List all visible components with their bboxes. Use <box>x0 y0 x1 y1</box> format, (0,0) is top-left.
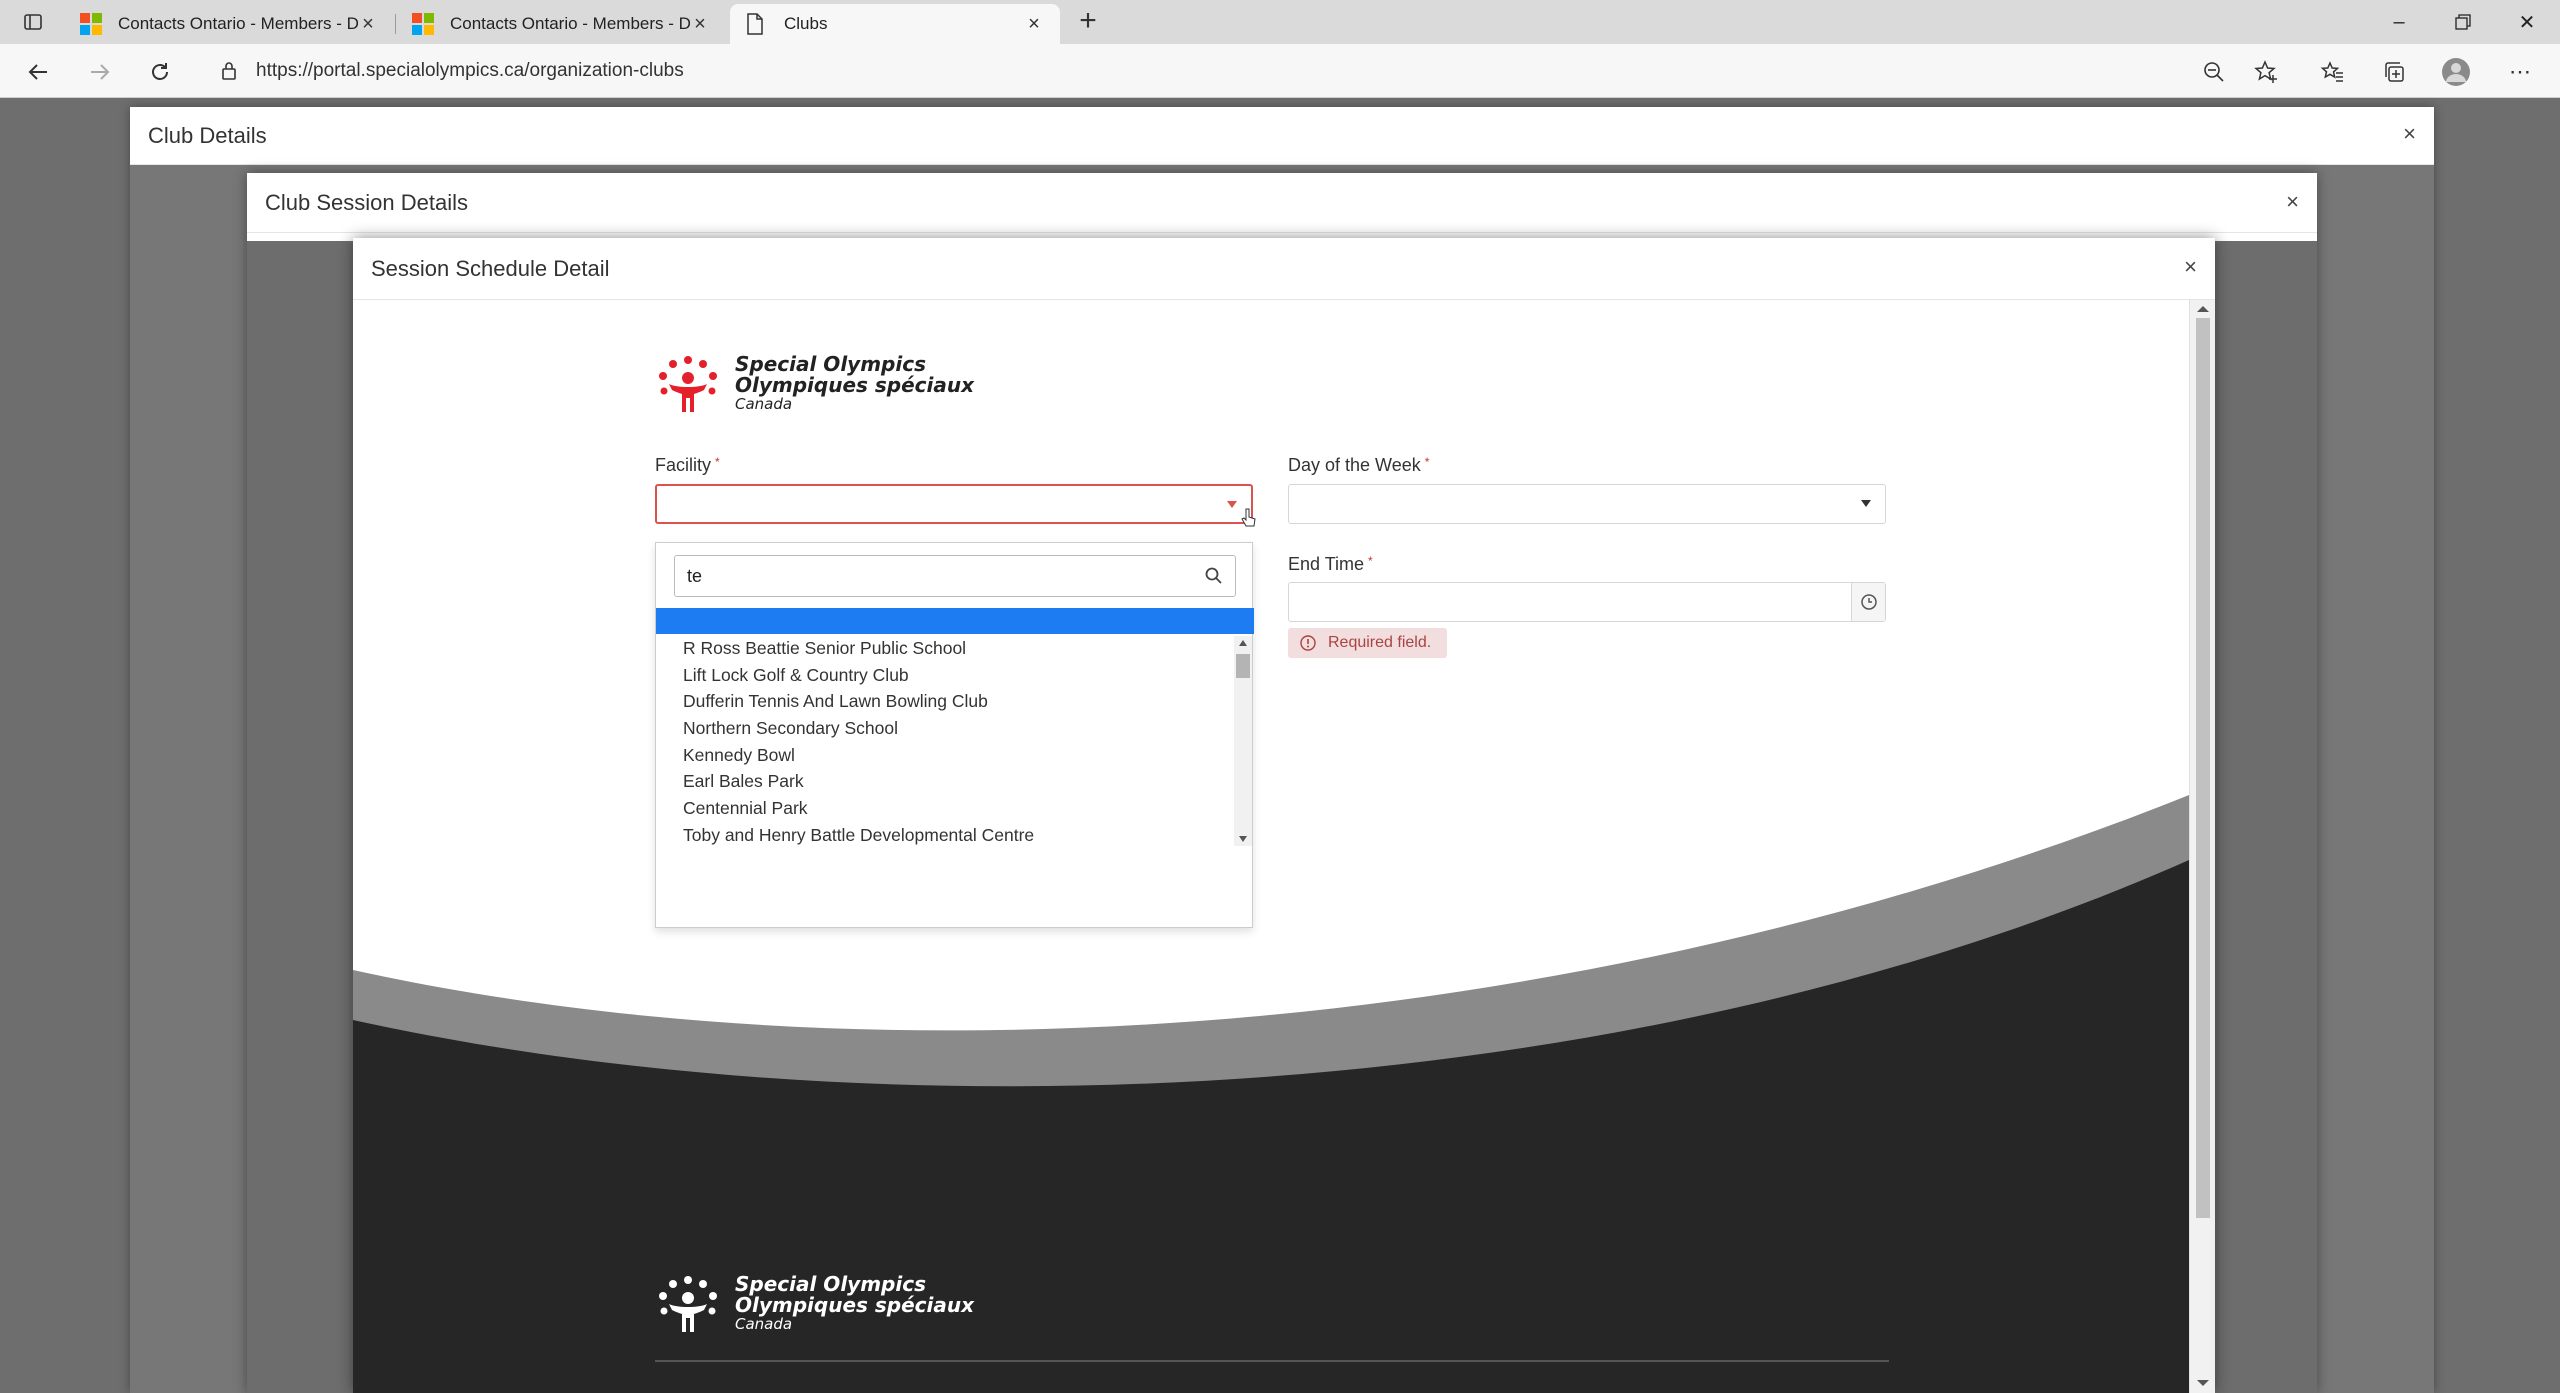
chevron-down-icon <box>1227 501 1237 508</box>
facility-search-input[interactable] <box>687 563 1187 589</box>
highlighted-option[interactable] <box>656 608 1254 634</box>
search-icon <box>1205 567 1223 590</box>
tab-title: Contacts Ontario - Members - D <box>450 14 690 33</box>
close-tab-icon[interactable]: × <box>358 13 378 36</box>
required-mark: * <box>1424 455 1430 469</box>
required-mark: * <box>1368 554 1373 568</box>
browser-tab[interactable]: Contacts Ontario - Members - D × <box>396 4 726 44</box>
forward-icon[interactable] <box>84 56 116 88</box>
add-favorite-icon[interactable] <box>2250 56 2282 88</box>
browser-tab-bar: Contacts Ontario - Members - D × Contact… <box>0 0 2560 44</box>
scrollbar-thumb[interactable] <box>2196 318 2210 1218</box>
facility-options-list: R Ross Beattie Senior Public School Lift… <box>656 634 1254 928</box>
logo-text-line3: Canada <box>735 395 793 413</box>
logo-text-line2: Olympiques spéciaux <box>735 373 975 397</box>
minimize-icon[interactable]: – <box>2368 0 2430 44</box>
more-options-icon[interactable]: ⋯ <box>2504 56 2536 88</box>
error-text: Required field. <box>1328 634 1432 651</box>
close-icon[interactable]: × <box>2286 189 2299 215</box>
scroll-up-icon[interactable] <box>1239 640 1247 646</box>
refresh-icon[interactable] <box>144 56 176 88</box>
address-bar[interactable]: https://portal.specialolympics.ca/organi… <box>200 52 2420 90</box>
favorites-icon[interactable] <box>2316 56 2348 88</box>
special-olympics-emblem-icon <box>659 356 717 412</box>
page-icon <box>746 13 768 35</box>
list-item[interactable]: Centennial Park <box>683 798 808 819</box>
club-details-title: Club Details <box>130 107 2434 165</box>
collections-icon[interactable] <box>2378 56 2410 88</box>
day-of-week-select[interactable] <box>1288 484 1886 524</box>
close-tab-icon[interactable]: × <box>690 13 710 36</box>
list-item[interactable]: Toby and Henry Battle Developmental Cent… <box>683 825 1034 846</box>
end-time-label: End Time * <box>1288 554 1373 574</box>
footer-divider <box>655 1360 1889 1362</box>
logo-text-line3: Canada <box>735 1315 793 1333</box>
session-schedule-body: Special Olympics Olympiques spéciaux Can… <box>353 300 2189 1393</box>
special-olympics-emblem-icon <box>659 1276 717 1332</box>
tab-title: Clubs <box>784 14 828 33</box>
close-icon[interactable]: × <box>2184 254 2197 280</box>
list-item[interactable]: Northern Secondary School <box>683 718 898 739</box>
zoom-out-icon[interactable] <box>2198 56 2230 88</box>
list-item[interactable]: Kennedy Bowl <box>683 745 795 766</box>
facility-dropdown: R Ross Beattie Senior Public School Lift… <box>655 542 1254 928</box>
clock-icon[interactable] <box>1851 583 1885 621</box>
microsoft-logo-icon <box>80 13 102 35</box>
browser-toolbar: https://portal.specialolympics.ca/organi… <box>0 44 2560 98</box>
end-time-error: Required field. <box>1288 628 1448 658</box>
scrollbar-thumb[interactable] <box>1236 654 1250 678</box>
modal-scrollbar[interactable] <box>2189 300 2215 1393</box>
list-item[interactable]: R Ross Beattie Senior Public School <box>683 638 966 659</box>
day-of-week-label: Day of the Week * <box>1288 455 1430 475</box>
new-tab-icon[interactable]: + <box>1072 6 1104 38</box>
list-item[interactable]: Dufferin Tennis And Lawn Bowling Club <box>683 691 988 712</box>
scroll-up-icon[interactable] <box>2197 306 2209 312</box>
facility-select[interactable] <box>655 484 1253 524</box>
special-olympics-logo: Special Olympics Olympiques spéciaux Can… <box>655 350 974 416</box>
close-window-icon[interactable]: ✕ <box>2496 0 2558 44</box>
scroll-down-icon[interactable] <box>2197 1380 2209 1386</box>
list-item[interactable]: Lift Lock Golf & Country Club <box>683 665 909 686</box>
back-icon[interactable] <box>22 56 54 88</box>
restore-icon[interactable] <box>2432 0 2494 44</box>
logo-text-line1: Special Olympics <box>735 1272 926 1296</box>
facility-label: Facility * <box>655 455 720 475</box>
close-icon[interactable]: × <box>2403 121 2416 147</box>
tab-actions-icon[interactable] <box>14 8 52 36</box>
close-tab-icon[interactable]: × <box>1024 13 1044 36</box>
logo-text-line1: Special Olympics <box>735 352 926 376</box>
session-schedule-title: Session Schedule Detail <box>353 238 2215 300</box>
lock-icon <box>220 61 240 81</box>
session-schedule-detail-modal: Session Schedule Detail × Special Olympi… <box>353 238 2215 1393</box>
scroll-down-icon[interactable] <box>1239 836 1247 842</box>
chevron-down-icon <box>1861 500 1871 507</box>
tab-title: Contacts Ontario - Members - D <box>118 14 358 33</box>
required-mark: * <box>715 455 720 469</box>
special-olympics-footer-logo: Special Olympics Olympiques spéciaux Can… <box>655 1270 974 1336</box>
mouse-cursor-icon <box>1241 508 1256 527</box>
browser-tab[interactable]: Contacts Ontario - Members - D × <box>64 4 394 44</box>
browser-tab-active[interactable]: Clubs × <box>730 4 1060 44</box>
dropdown-scrollbar[interactable] <box>1234 636 1252 846</box>
list-item[interactable]: Earl Bales Park <box>683 771 804 792</box>
background-wave <box>353 795 2189 1393</box>
microsoft-logo-icon <box>412 13 434 35</box>
end-time-input[interactable] <box>1288 582 1886 622</box>
error-icon <box>1300 635 1316 651</box>
club-session-details-title: Club Session Details <box>247 173 2317 233</box>
profile-avatar-icon[interactable] <box>2440 56 2472 88</box>
facility-search-field[interactable] <box>674 555 1236 597</box>
url-text: https://portal.specialolympics.ca/organi… <box>256 60 684 81</box>
logo-text-line2: Olympiques spéciaux <box>735 1293 975 1317</box>
